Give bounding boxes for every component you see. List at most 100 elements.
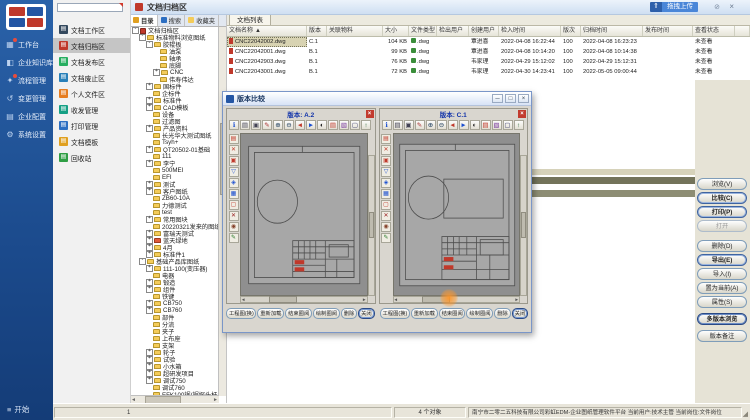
tree-node[interactable]: +CAD模板 xyxy=(132,104,219,111)
minimize-button[interactable]: ─ xyxy=(492,94,503,103)
pane-button[interactable]: 关闭 xyxy=(512,308,528,319)
sidebar-item[interactable]: ✦流程管理 xyxy=(0,72,53,90)
brush-icon[interactable]: ✎ xyxy=(381,233,391,243)
pane-button[interactable]: 结束圈阅 xyxy=(285,308,312,319)
pan-left-icon[interactable]: ◄ xyxy=(295,120,305,130)
rail-button[interactable]: 导出(E) xyxy=(697,254,747,266)
tree-node[interactable]: +QT20502-01基础 xyxy=(132,146,219,153)
tree-node[interactable]: +组件 xyxy=(132,286,219,293)
sidebar-item[interactable]: ◧企业知识库 xyxy=(0,54,53,72)
expand-icon[interactable]: + xyxy=(146,216,153,223)
expand-icon[interactable]: + xyxy=(146,125,153,132)
grid-icon[interactable]: ▦ xyxy=(381,189,391,199)
zoom-in-icon[interactable]: ⊕ xyxy=(273,120,283,130)
pane-button[interactable]: 工程图(换) xyxy=(380,308,410,319)
palette-icon[interactable]: ▧ xyxy=(339,120,349,130)
pin-icon[interactable]: ◉ xyxy=(229,222,239,232)
pencil-icon[interactable]: ✎ xyxy=(415,120,425,130)
zoom-out-icon[interactable]: ⊖ xyxy=(284,120,294,130)
tab-catalog[interactable]: 目录 xyxy=(130,14,158,26)
rail-button[interactable]: 版本备注 xyxy=(697,330,747,342)
scroll-left-icon[interactable]: ◄ xyxy=(394,297,398,302)
collapse-icon[interactable]: - xyxy=(139,258,146,265)
tab-filelist[interactable]: 文档列表 xyxy=(229,14,271,25)
column-header[interactable]: 版次 xyxy=(561,26,581,36)
column-header[interactable]: 文件类型 xyxy=(409,26,437,36)
pane-close-icon[interactable]: × xyxy=(518,110,526,118)
rail-button[interactable]: 比较(C) xyxy=(697,192,747,204)
pane-button[interactable]: 重新加载 xyxy=(411,308,438,319)
note-icon[interactable]: ◈ xyxy=(229,178,239,188)
tree-node[interactable]: +CB750 xyxy=(132,300,219,307)
copy-icon[interactable]: ▣ xyxy=(404,120,414,130)
copy-icon[interactable]: ▣ xyxy=(251,120,261,130)
tree-node[interactable]: 力德测试 xyxy=(132,202,219,209)
column-header[interactable]: 大小 xyxy=(383,26,409,36)
layers-icon[interactable]: ▤ xyxy=(381,134,391,144)
window-icon[interactable]: ▢ xyxy=(350,120,360,130)
box-icon[interactable]: ▢ xyxy=(229,200,239,210)
module-item[interactable]: ▤文档工作区 xyxy=(53,22,130,37)
pane-vertical-scrollbar[interactable] xyxy=(368,155,375,296)
x-icon[interactable]: ✕ xyxy=(229,211,239,221)
module-item[interactable]: ▤回收站 xyxy=(53,150,130,165)
rail-button[interactable]: 导入(I) xyxy=(697,268,747,280)
pane-button[interactable]: 结束圈阅 xyxy=(439,308,466,319)
maximize-button[interactable]: □ xyxy=(505,94,516,103)
scrollbar-thumb[interactable] xyxy=(521,212,526,238)
collapse-icon[interactable]: - xyxy=(146,41,153,48)
pane-close-icon[interactable]: × xyxy=(366,110,374,118)
tree-node[interactable]: 500MEI xyxy=(132,167,219,174)
rail-button[interactable]: 属性(S) xyxy=(697,296,747,308)
pin-icon[interactable]: ◉ xyxy=(381,222,391,232)
expand-icon[interactable]: + xyxy=(146,265,153,272)
pane-button[interactable]: 绘制圈阅 xyxy=(466,308,493,319)
pane-button[interactable]: 绘制圈阅 xyxy=(313,308,340,319)
table-row[interactable]: CNC22042002.dwgC.1104 KB.dwg覃进喜2022-04-0… xyxy=(227,37,750,47)
rail-button[interactable]: 删除(D) xyxy=(697,240,747,252)
tree-node[interactable]: +锻造 xyxy=(132,279,219,286)
pane-button[interactable]: 关闭 xyxy=(358,308,374,319)
module-item[interactable]: ▤个人文件区 xyxy=(53,86,130,101)
pane-horizontal-scrollbar[interactable]: ◄► xyxy=(393,296,521,303)
tree-node[interactable]: 111 xyxy=(132,153,219,160)
module-search-input[interactable] xyxy=(57,3,123,12)
expand-icon[interactable]: + xyxy=(146,83,153,90)
expand-icon[interactable]: + xyxy=(146,377,153,384)
dialog-title-bar[interactable]: 版本比较 ─ □ × xyxy=(223,92,531,106)
scroll-left-icon[interactable]: ◄ xyxy=(241,297,245,302)
table-row[interactable]: CNC22042001.dwgB.199 KB.dwg覃进喜2022-04-08… xyxy=(227,47,750,57)
pencil-icon[interactable]: ✎ xyxy=(262,120,272,130)
contrast-icon[interactable]: ◐ xyxy=(317,120,327,130)
contrast-icon[interactable]: ◐ xyxy=(470,120,480,130)
scrollbar-thumb[interactable] xyxy=(269,296,297,303)
stamp-icon[interactable]: ▣ xyxy=(229,156,239,166)
tree-node[interactable]: +客户图纸 xyxy=(132,188,219,195)
tree-node[interactable]: 底脚 xyxy=(132,62,219,69)
print-icon[interactable]: ▤ xyxy=(393,120,403,130)
column-header[interactable]: 创建用户 xyxy=(469,26,499,36)
pane-button[interactable]: 重新加载 xyxy=(257,308,284,319)
scroll-right-icon[interactable]: ► xyxy=(362,297,366,302)
pane-horizontal-scrollbar[interactable]: ◄► xyxy=(240,296,368,303)
pane-vertical-scrollbar[interactable] xyxy=(520,155,527,296)
zoom-out-icon[interactable]: ⊖ xyxy=(437,120,447,130)
filter-icon[interactable]: ▽ xyxy=(229,167,239,177)
module-item[interactable]: ▤打印管理 xyxy=(53,118,130,133)
column-header[interactable]: 检出用户 xyxy=(437,26,469,36)
close-red-icon[interactable]: ✕ xyxy=(381,145,391,155)
rail-button[interactable]: 浏览(V) xyxy=(697,178,747,190)
close-icon[interactable]: × xyxy=(729,2,734,11)
palette-icon[interactable]: ▧ xyxy=(492,120,502,130)
rail-button[interactable]: 打印(P) xyxy=(697,206,747,218)
column-header[interactable]: 版本 xyxy=(307,26,327,36)
layers-icon[interactable]: ▤ xyxy=(328,120,338,130)
grid-icon[interactable]: ▦ xyxy=(229,189,239,199)
column-header[interactable]: 发布时间 xyxy=(643,26,693,36)
tree-node[interactable]: +蓝天绿地 xyxy=(132,237,219,244)
pane-button[interactable]: 工程图(换) xyxy=(226,308,256,319)
sidebar-item[interactable]: ⚙系统设置 xyxy=(0,126,53,144)
expand-icon[interactable]: + xyxy=(153,69,160,76)
tree-node[interactable]: +111-100(变压器) xyxy=(132,265,219,272)
scrollbar-thumb[interactable] xyxy=(369,212,374,238)
